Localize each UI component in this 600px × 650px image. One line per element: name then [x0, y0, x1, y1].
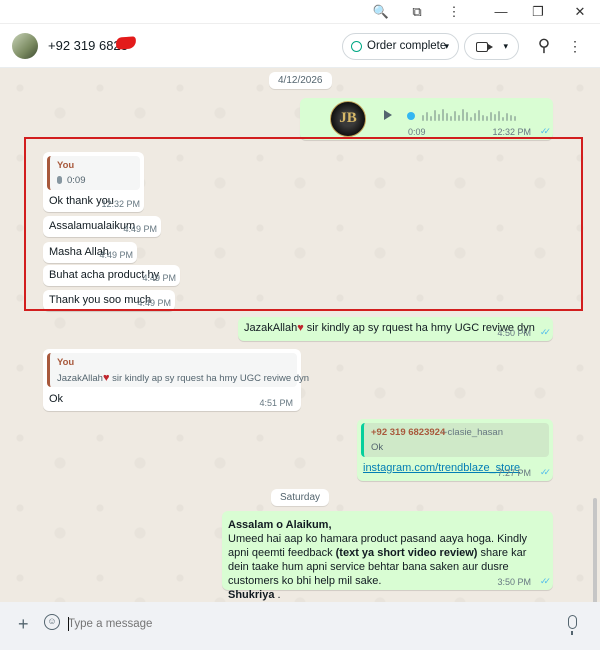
- message-time: 12:32 PM: [492, 127, 531, 137]
- restore-icon[interactable]: ❐: [529, 3, 547, 21]
- message-input[interactable]: [68, 611, 548, 637]
- close-icon[interactable]: ✕: [571, 3, 589, 21]
- attach-plus-icon[interactable]: +: [18, 614, 29, 635]
- outgoing-reply-message[interactable]: +92 319 6823924 ~clasie_hasan Ok instagr…: [357, 419, 553, 481]
- microphone-icon[interactable]: [568, 615, 577, 635]
- chat-scrollbar[interactable]: [593, 498, 597, 602]
- emoji-sticker-icon[interactable]: ☺: [44, 614, 60, 630]
- zoom-icon[interactable]: 🔍: [372, 3, 390, 21]
- highlight-box: [24, 137, 583, 311]
- search-icon[interactable]: ⚲: [536, 37, 552, 54]
- video-camera-icon: [476, 42, 493, 52]
- quote-text: Ok: [371, 442, 384, 453]
- incoming-reply-message[interactable]: You JazakAllah♥ sir kindly ap sy rquest …: [43, 349, 309, 411]
- read-receipt-icon: ✓✓: [539, 126, 551, 136]
- date-chip: 4/12/2026: [269, 72, 332, 89]
- quote-text: JazakAllah♥ sir kindly ap sy rquest ha h…: [57, 372, 310, 384]
- window-titlebar: 🔍 ⧉ ⋮ — ❐ ✕: [0, 0, 600, 24]
- chat-panel[interactable]: 4/12/2026 ☺ JB 0:09 12:32 PM ✓✓ You 0:09…: [0, 68, 600, 602]
- message-text: JazakAllah♥ sir kindly ap sy rquest ha h…: [244, 322, 535, 334]
- quote-sender: +92 319 6823924: [371, 427, 446, 438]
- extension-icon[interactable]: ⧉: [408, 3, 426, 21]
- outgoing-message[interactable]: Assalam o Alaikum, Umeed hai aap ko hama…: [222, 511, 553, 601]
- quote-sender: You: [57, 357, 75, 368]
- read-receipt-icon: ✓✓: [539, 467, 551, 477]
- message-text: Assalam o Alaikum, Umeed hai aap ko hama…: [228, 519, 528, 601]
- message-time: 4:51 PM: [259, 398, 293, 408]
- voice-duration: 0:09: [408, 127, 426, 137]
- voice-message[interactable]: JB 0:09 12:32 PM ✓✓: [300, 98, 553, 140]
- quoted-message[interactable]: You JazakAllah♥ sir kindly ap sy rquest …: [47, 353, 309, 387]
- chat-header: +92 319 6823 Order complete ▾ ▾ ⚲ ⋮: [0, 24, 600, 68]
- chevron-down-icon: ▾: [503, 41, 508, 51]
- more-vert-icon[interactable]: ⋮: [567, 38, 583, 54]
- order-status-label: Order complete: [367, 40, 447, 52]
- read-receipt-icon: ✓✓: [539, 576, 551, 586]
- text-caret: [68, 617, 69, 631]
- message-time: 3:50 PM: [497, 577, 531, 587]
- message-text: Ok: [49, 393, 64, 405]
- minimize-icon[interactable]: —: [492, 3, 510, 21]
- video-call-button[interactable]: ▾: [464, 33, 519, 60]
- message-time: 7:27 PM: [497, 468, 531, 478]
- quoted-message[interactable]: +92 319 6823924 ~clasie_hasan Ok: [361, 423, 549, 457]
- redaction-mark: [115, 36, 137, 50]
- chevron-down-icon: ▾: [444, 41, 449, 51]
- date-chip: Saturday: [271, 489, 330, 506]
- message-composer: + ☺: [0, 602, 600, 650]
- read-receipt-icon: ✓✓: [539, 327, 551, 337]
- status-circle-icon: [351, 41, 362, 52]
- voice-waveform[interactable]: [410, 108, 530, 124]
- voice-sender-avatar: JB: [330, 101, 366, 137]
- outgoing-message[interactable]: JazakAllah♥ sir kindly ap sy rquest ha h…: [238, 317, 553, 341]
- message-time: 4:50 PM: [497, 328, 531, 338]
- quote-alias: ~clasie_hasan: [442, 427, 504, 438]
- order-status-button[interactable]: Order complete ▾: [342, 33, 459, 60]
- play-icon[interactable]: [384, 110, 392, 120]
- contact-avatar[interactable]: [12, 33, 38, 59]
- more-vert-icon[interactable]: ⋮: [445, 3, 463, 21]
